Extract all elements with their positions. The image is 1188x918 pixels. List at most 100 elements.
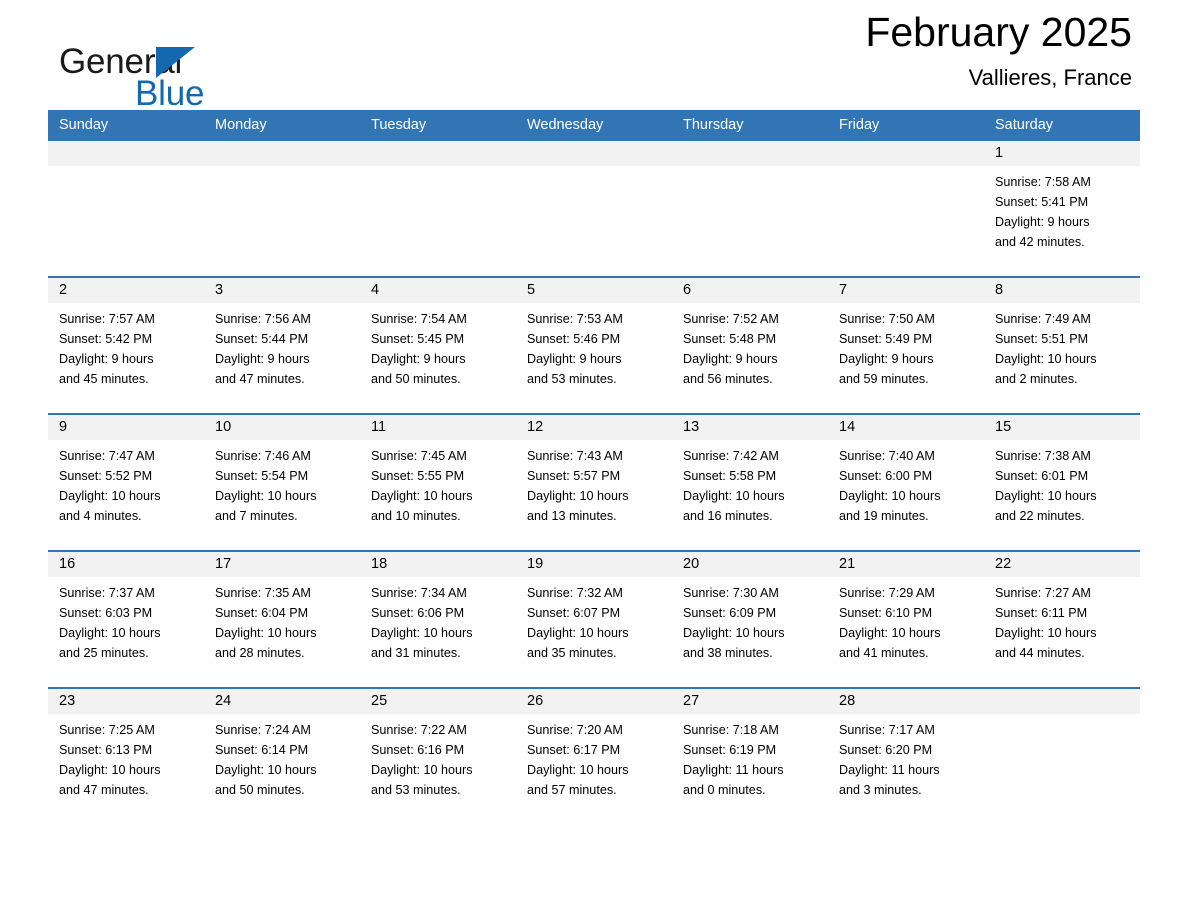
day-cell[interactable]: 23 Sunrise: 7:25 AM Sunset: 6:13 PM Dayl…: [48, 687, 204, 824]
sunrise-text: Sunrise: 7:30 AM: [683, 586, 779, 600]
day-cell[interactable]: 17 Sunrise: 7:35 AM Sunset: 6:04 PM Dayl…: [204, 550, 360, 688]
day-cell[interactable]: [516, 141, 672, 277]
sunset-text: Sunset: 5:49 PM: [839, 332, 933, 346]
sunrise-text: Sunrise: 7:24 AM: [215, 723, 311, 737]
day-cell[interactable]: 8 Sunrise: 7:49 AM Sunset: 5:51 PM Dayli…: [984, 276, 1140, 414]
day-cell[interactable]: 9 Sunrise: 7:47 AM Sunset: 5:52 PM Dayli…: [48, 413, 204, 551]
day-details: Sunrise: 7:53 AM Sunset: 5:46 PM Dayligh…: [516, 303, 672, 389]
day-cell[interactable]: 15 Sunrise: 7:38 AM Sunset: 6:01 PM Dayl…: [984, 413, 1140, 551]
day-cell[interactable]: 2 Sunrise: 7:57 AM Sunset: 5:42 PM Dayli…: [48, 276, 204, 414]
day-cell[interactable]: 7 Sunrise: 7:50 AM Sunset: 5:49 PM Dayli…: [828, 276, 984, 414]
day-cell[interactable]: 28 Sunrise: 7:17 AM Sunset: 6:20 PM Dayl…: [828, 687, 984, 824]
day-cell[interactable]: 20 Sunrise: 7:30 AM Sunset: 6:09 PM Dayl…: [672, 550, 828, 688]
day-details: [204, 166, 360, 172]
day-details: Sunrise: 7:45 AM Sunset: 5:55 PM Dayligh…: [360, 440, 516, 526]
daylight-text-line1: Daylight: 10 hours: [371, 626, 473, 640]
day-cell[interactable]: 6 Sunrise: 7:52 AM Sunset: 5:48 PM Dayli…: [672, 276, 828, 414]
day-cell[interactable]: [48, 141, 204, 277]
day-number: 8: [984, 278, 1140, 303]
weekday-header-thursday: Thursday: [672, 110, 828, 141]
day-number: 25: [360, 689, 516, 714]
sunset-text: Sunset: 5:48 PM: [683, 332, 777, 346]
daylight-text-line1: Daylight: 10 hours: [839, 489, 941, 503]
sunset-text: Sunset: 5:57 PM: [527, 469, 621, 483]
day-cell[interactable]: 24 Sunrise: 7:24 AM Sunset: 6:14 PM Dayl…: [204, 687, 360, 824]
day-details: Sunrise: 7:52 AM Sunset: 5:48 PM Dayligh…: [672, 303, 828, 389]
day-cell[interactable]: 18 Sunrise: 7:34 AM Sunset: 6:06 PM Dayl…: [360, 550, 516, 688]
day-cell[interactable]: 19 Sunrise: 7:32 AM Sunset: 6:07 PM Dayl…: [516, 550, 672, 688]
day-cell[interactable]: 16 Sunrise: 7:37 AM Sunset: 6:03 PM Dayl…: [48, 550, 204, 688]
sunrise-text: Sunrise: 7:58 AM: [995, 175, 1091, 189]
day-details: Sunrise: 7:25 AM Sunset: 6:13 PM Dayligh…: [48, 714, 204, 800]
sunset-text: Sunset: 5:42 PM: [59, 332, 153, 346]
day-cell[interactable]: 22 Sunrise: 7:27 AM Sunset: 6:11 PM Dayl…: [984, 550, 1140, 688]
page-header: General Blue February 2025 Vallieres, Fr…: [48, 0, 1140, 113]
day-cell[interactable]: [204, 141, 360, 277]
sunset-text: Sunset: 6:17 PM: [527, 743, 621, 757]
day-cell[interactable]: 5 Sunrise: 7:53 AM Sunset: 5:46 PM Dayli…: [516, 276, 672, 414]
day-details: Sunrise: 7:24 AM Sunset: 6:14 PM Dayligh…: [204, 714, 360, 800]
daylight-text-line1: Daylight: 9 hours: [527, 352, 622, 366]
day-number: [360, 141, 516, 166]
day-cell[interactable]: 3 Sunrise: 7:56 AM Sunset: 5:44 PM Dayli…: [204, 276, 360, 414]
sunset-text: Sunset: 6:13 PM: [59, 743, 153, 757]
daylight-text-line2: and 47 minutes.: [59, 783, 149, 797]
day-details: Sunrise: 7:29 AM Sunset: 6:10 PM Dayligh…: [828, 577, 984, 663]
sunrise-text: Sunrise: 7:38 AM: [995, 449, 1091, 463]
daylight-text-line1: Daylight: 10 hours: [995, 489, 1097, 503]
daylight-text-line1: Daylight: 10 hours: [371, 763, 473, 777]
day-cell[interactable]: [828, 141, 984, 277]
day-number: [984, 689, 1140, 714]
day-cell[interactable]: [984, 687, 1140, 824]
day-details: Sunrise: 7:22 AM Sunset: 6:16 PM Dayligh…: [360, 714, 516, 800]
daylight-text-line2: and 50 minutes.: [371, 372, 461, 386]
day-number: 6: [672, 278, 828, 303]
sunrise-text: Sunrise: 7:22 AM: [371, 723, 467, 737]
day-cell[interactable]: 27 Sunrise: 7:18 AM Sunset: 6:19 PM Dayl…: [672, 687, 828, 824]
sunrise-text: Sunrise: 7:57 AM: [59, 312, 155, 326]
daylight-text-line2: and 57 minutes.: [527, 783, 617, 797]
sunrise-text: Sunrise: 7:35 AM: [215, 586, 311, 600]
calendar-page: General Blue February 2025 Vallieres, Fr…: [0, 0, 1188, 918]
calendar-week-row: 23 Sunrise: 7:25 AM Sunset: 6:13 PM Dayl…: [48, 687, 1140, 824]
sunset-text: Sunset: 6:11 PM: [995, 606, 1088, 620]
day-cell[interactable]: 1 Sunrise: 7:58 AM Sunset: 5:41 PM Dayli…: [984, 141, 1140, 277]
day-cell[interactable]: 4 Sunrise: 7:54 AM Sunset: 5:45 PM Dayli…: [360, 276, 516, 414]
day-cell[interactable]: 14 Sunrise: 7:40 AM Sunset: 6:00 PM Dayl…: [828, 413, 984, 551]
day-cell[interactable]: 26 Sunrise: 7:20 AM Sunset: 6:17 PM Dayl…: [516, 687, 672, 824]
sunset-text: Sunset: 5:54 PM: [215, 469, 309, 483]
sunrise-text: Sunrise: 7:43 AM: [527, 449, 623, 463]
sunset-text: Sunset: 5:45 PM: [371, 332, 465, 346]
day-number: 11: [360, 415, 516, 440]
sunset-text: Sunset: 5:52 PM: [59, 469, 153, 483]
calendar-week-row: 2 Sunrise: 7:57 AM Sunset: 5:42 PM Dayli…: [48, 276, 1140, 414]
sunrise-text: Sunrise: 7:17 AM: [839, 723, 935, 737]
daylight-text-line2: and 44 minutes.: [995, 646, 1085, 660]
day-cell[interactable]: [360, 141, 516, 277]
day-cell[interactable]: 25 Sunrise: 7:22 AM Sunset: 6:16 PM Dayl…: [360, 687, 516, 824]
day-cell[interactable]: 10 Sunrise: 7:46 AM Sunset: 5:54 PM Dayl…: [204, 413, 360, 551]
sunrise-text: Sunrise: 7:29 AM: [839, 586, 935, 600]
day-cell[interactable]: 21 Sunrise: 7:29 AM Sunset: 6:10 PM Dayl…: [828, 550, 984, 688]
day-number: [828, 141, 984, 166]
weekday-header-sunday: Sunday: [48, 110, 204, 141]
day-number: 23: [48, 689, 204, 714]
day-number: 17: [204, 552, 360, 577]
calendar-week-row: 9 Sunrise: 7:47 AM Sunset: 5:52 PM Dayli…: [48, 413, 1140, 551]
day-cell[interactable]: 12 Sunrise: 7:43 AM Sunset: 5:57 PM Dayl…: [516, 413, 672, 551]
day-details: Sunrise: 7:47 AM Sunset: 5:52 PM Dayligh…: [48, 440, 204, 526]
day-number: [204, 141, 360, 166]
day-cell[interactable]: 11 Sunrise: 7:45 AM Sunset: 5:55 PM Dayl…: [360, 413, 516, 551]
daylight-text-line2: and 59 minutes.: [839, 372, 929, 386]
day-cell[interactable]: 13 Sunrise: 7:42 AM Sunset: 5:58 PM Dayl…: [672, 413, 828, 551]
daylight-text-line1: Daylight: 10 hours: [59, 489, 161, 503]
sunset-text: Sunset: 5:44 PM: [215, 332, 309, 346]
day-number: 5: [516, 278, 672, 303]
sunrise-text: Sunrise: 7:53 AM: [527, 312, 623, 326]
day-number: 14: [828, 415, 984, 440]
sunrise-text: Sunrise: 7:54 AM: [371, 312, 467, 326]
daylight-text-line2: and 45 minutes.: [59, 372, 149, 386]
day-number: 21: [828, 552, 984, 577]
daylight-text-line2: and 4 minutes.: [59, 509, 142, 523]
day-cell[interactable]: [672, 141, 828, 277]
